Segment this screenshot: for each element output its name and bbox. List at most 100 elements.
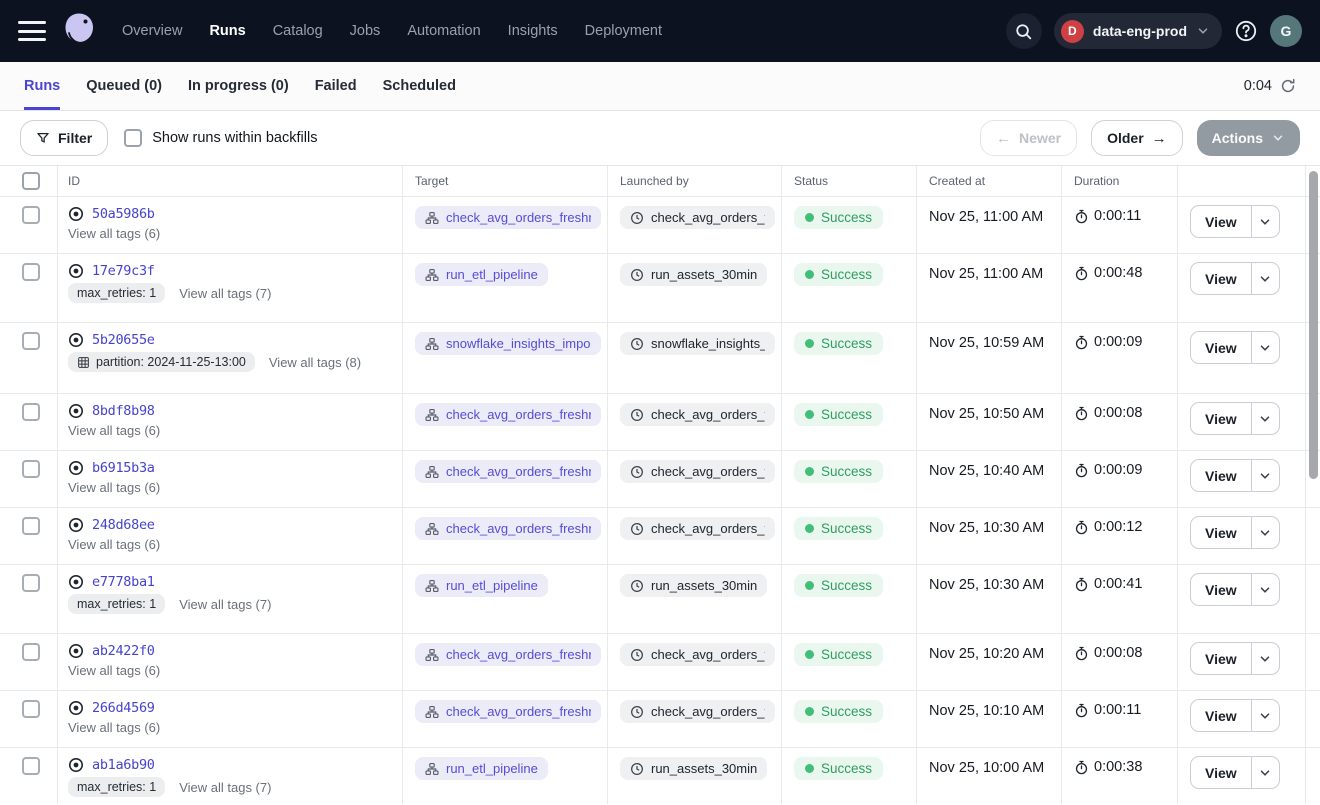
- nav-insights[interactable]: Insights: [508, 23, 558, 39]
- view-dropdown-button[interactable]: [1251, 403, 1279, 434]
- target-pill[interactable]: check_avg_orders_freshne: [415, 206, 601, 229]
- target-pill[interactable]: check_avg_orders_freshne: [415, 403, 601, 426]
- row-checkbox[interactable]: [22, 332, 40, 350]
- view-button[interactable]: View: [1191, 574, 1251, 605]
- view-dropdown-button[interactable]: [1251, 263, 1279, 294]
- run-id-link[interactable]: ab2422f0: [92, 643, 155, 659]
- search-icon[interactable]: [1006, 13, 1042, 49]
- select-all-checkbox[interactable]: [22, 172, 40, 190]
- run-id-link[interactable]: 5b20655e: [92, 332, 155, 348]
- row-checkbox[interactable]: [22, 263, 40, 281]
- tab-scheduled[interactable]: Scheduled: [383, 62, 456, 110]
- launched-by-pill[interactable]: run_assets_30min: [620, 574, 767, 597]
- help-icon[interactable]: [1234, 19, 1258, 43]
- newer-button[interactable]: ← Newer: [980, 120, 1077, 156]
- nav-jobs[interactable]: Jobs: [350, 23, 381, 39]
- run-tag-pill[interactable]: max_retries: 1: [68, 283, 165, 303]
- view-button[interactable]: View: [1191, 517, 1251, 548]
- view-all-tags-link[interactable]: View all tags (8): [269, 355, 361, 370]
- launched-by-pill[interactable]: check_avg_orders_f…: [620, 700, 775, 723]
- run-tag-pill[interactable]: max_retries: 1: [68, 594, 165, 614]
- view-button[interactable]: View: [1191, 263, 1251, 294]
- row-checkbox[interactable]: [22, 643, 40, 661]
- row-checkbox[interactable]: [22, 517, 40, 535]
- view-all-tags-link[interactable]: View all tags (6): [68, 480, 160, 495]
- view-all-tags-link[interactable]: View all tags (6): [68, 423, 160, 438]
- target-pill[interactable]: run_etl_pipeline: [415, 263, 548, 286]
- nav-deployment[interactable]: Deployment: [585, 23, 662, 39]
- launched-by-pill[interactable]: check_avg_orders_f…: [620, 206, 775, 229]
- run-tag-pill[interactable]: partition: 2024-11-25-13:00: [68, 352, 255, 372]
- view-button[interactable]: View: [1191, 206, 1251, 237]
- view-dropdown-button[interactable]: [1251, 757, 1279, 788]
- run-tag-pill[interactable]: max_retries: 1: [68, 777, 165, 797]
- backfills-checkbox[interactable]: [124, 129, 142, 147]
- view-button[interactable]: View: [1191, 643, 1251, 674]
- nav-overview[interactable]: Overview: [122, 23, 182, 39]
- view-dropdown-button[interactable]: [1251, 332, 1279, 363]
- run-id-link[interactable]: 8bdf8b98: [92, 403, 155, 419]
- target-pill[interactable]: check_avg_orders_freshne: [415, 643, 601, 666]
- tab-in-progress[interactable]: In progress (0): [188, 62, 289, 110]
- refresh-icon[interactable]: [1280, 78, 1296, 94]
- row-checkbox[interactable]: [22, 574, 40, 592]
- view-dropdown-button[interactable]: [1251, 643, 1279, 674]
- target-pill[interactable]: run_etl_pipeline: [415, 757, 548, 780]
- run-id-link[interactable]: 248d68ee: [92, 517, 155, 533]
- target-pill[interactable]: snowflake_insights_import: [415, 332, 601, 355]
- target-pill[interactable]: run_etl_pipeline: [415, 574, 548, 597]
- view-dropdown-button[interactable]: [1251, 460, 1279, 491]
- view-dropdown-button[interactable]: [1251, 206, 1279, 237]
- tab-failed[interactable]: Failed: [315, 62, 357, 110]
- target-pill[interactable]: check_avg_orders_freshne: [415, 517, 601, 540]
- deployment-switcher[interactable]: D data-eng-prod: [1054, 13, 1222, 49]
- tab-runs[interactable]: Runs: [24, 62, 60, 110]
- launched-by-pill[interactable]: snowflake_insights_…: [620, 332, 775, 355]
- view-button[interactable]: View: [1191, 403, 1251, 434]
- row-checkbox[interactable]: [22, 403, 40, 421]
- launched-by-pill[interactable]: run_assets_30min: [620, 757, 767, 780]
- run-id-link[interactable]: 50a5986b: [92, 206, 155, 222]
- user-avatar[interactable]: G: [1270, 15, 1302, 47]
- menu-icon[interactable]: [18, 21, 46, 41]
- launched-by-pill[interactable]: run_assets_30min: [620, 263, 767, 286]
- nav-automation[interactable]: Automation: [407, 23, 480, 39]
- older-button[interactable]: Older →: [1091, 120, 1183, 156]
- launched-by-pill[interactable]: check_avg_orders_f…: [620, 643, 775, 666]
- target-pill[interactable]: check_avg_orders_freshne: [415, 700, 601, 723]
- view-button[interactable]: View: [1191, 332, 1251, 363]
- view-all-tags-link[interactable]: View all tags (7): [179, 286, 271, 301]
- row-checkbox[interactable]: [22, 206, 40, 224]
- actions-button[interactable]: Actions: [1197, 120, 1300, 156]
- run-id-link[interactable]: ab1a6b90: [92, 757, 155, 773]
- dagster-logo-icon[interactable]: [60, 9, 100, 53]
- view-all-tags-link[interactable]: View all tags (6): [68, 720, 160, 735]
- run-id-link[interactable]: b6915b3a: [92, 460, 155, 476]
- view-button[interactable]: View: [1191, 757, 1251, 788]
- row-checkbox[interactable]: [22, 757, 40, 775]
- view-dropdown-button[interactable]: [1251, 517, 1279, 548]
- run-id-link[interactable]: 266d4569: [92, 700, 155, 716]
- view-button[interactable]: View: [1191, 460, 1251, 491]
- view-dropdown-button[interactable]: [1251, 574, 1279, 605]
- view-all-tags-link[interactable]: View all tags (7): [179, 597, 271, 612]
- scrollbar-thumb[interactable]: [1309, 171, 1318, 479]
- nav-catalog[interactable]: Catalog: [273, 23, 323, 39]
- row-checkbox[interactable]: [22, 460, 40, 478]
- view-dropdown-button[interactable]: [1251, 700, 1279, 731]
- tab-queued[interactable]: Queued (0): [86, 62, 162, 110]
- view-button[interactable]: View: [1191, 700, 1251, 731]
- launched-by-pill[interactable]: check_avg_orders_f…: [620, 460, 775, 483]
- scrollbar[interactable]: [1308, 167, 1318, 802]
- view-all-tags-link[interactable]: View all tags (7): [179, 780, 271, 795]
- nav-runs[interactable]: Runs: [209, 23, 245, 39]
- launched-by-pill[interactable]: check_avg_orders_f…: [620, 517, 775, 540]
- view-all-tags-link[interactable]: View all tags (6): [68, 226, 160, 241]
- view-all-tags-link[interactable]: View all tags (6): [68, 663, 160, 678]
- run-id-link[interactable]: 17e79c3f: [92, 263, 155, 279]
- filter-button[interactable]: Filter: [20, 120, 108, 156]
- launched-by-pill[interactable]: check_avg_orders_f…: [620, 403, 775, 426]
- view-all-tags-link[interactable]: View all tags (6): [68, 537, 160, 552]
- target-pill[interactable]: check_avg_orders_freshne: [415, 460, 601, 483]
- run-id-link[interactable]: e7778ba1: [92, 574, 155, 590]
